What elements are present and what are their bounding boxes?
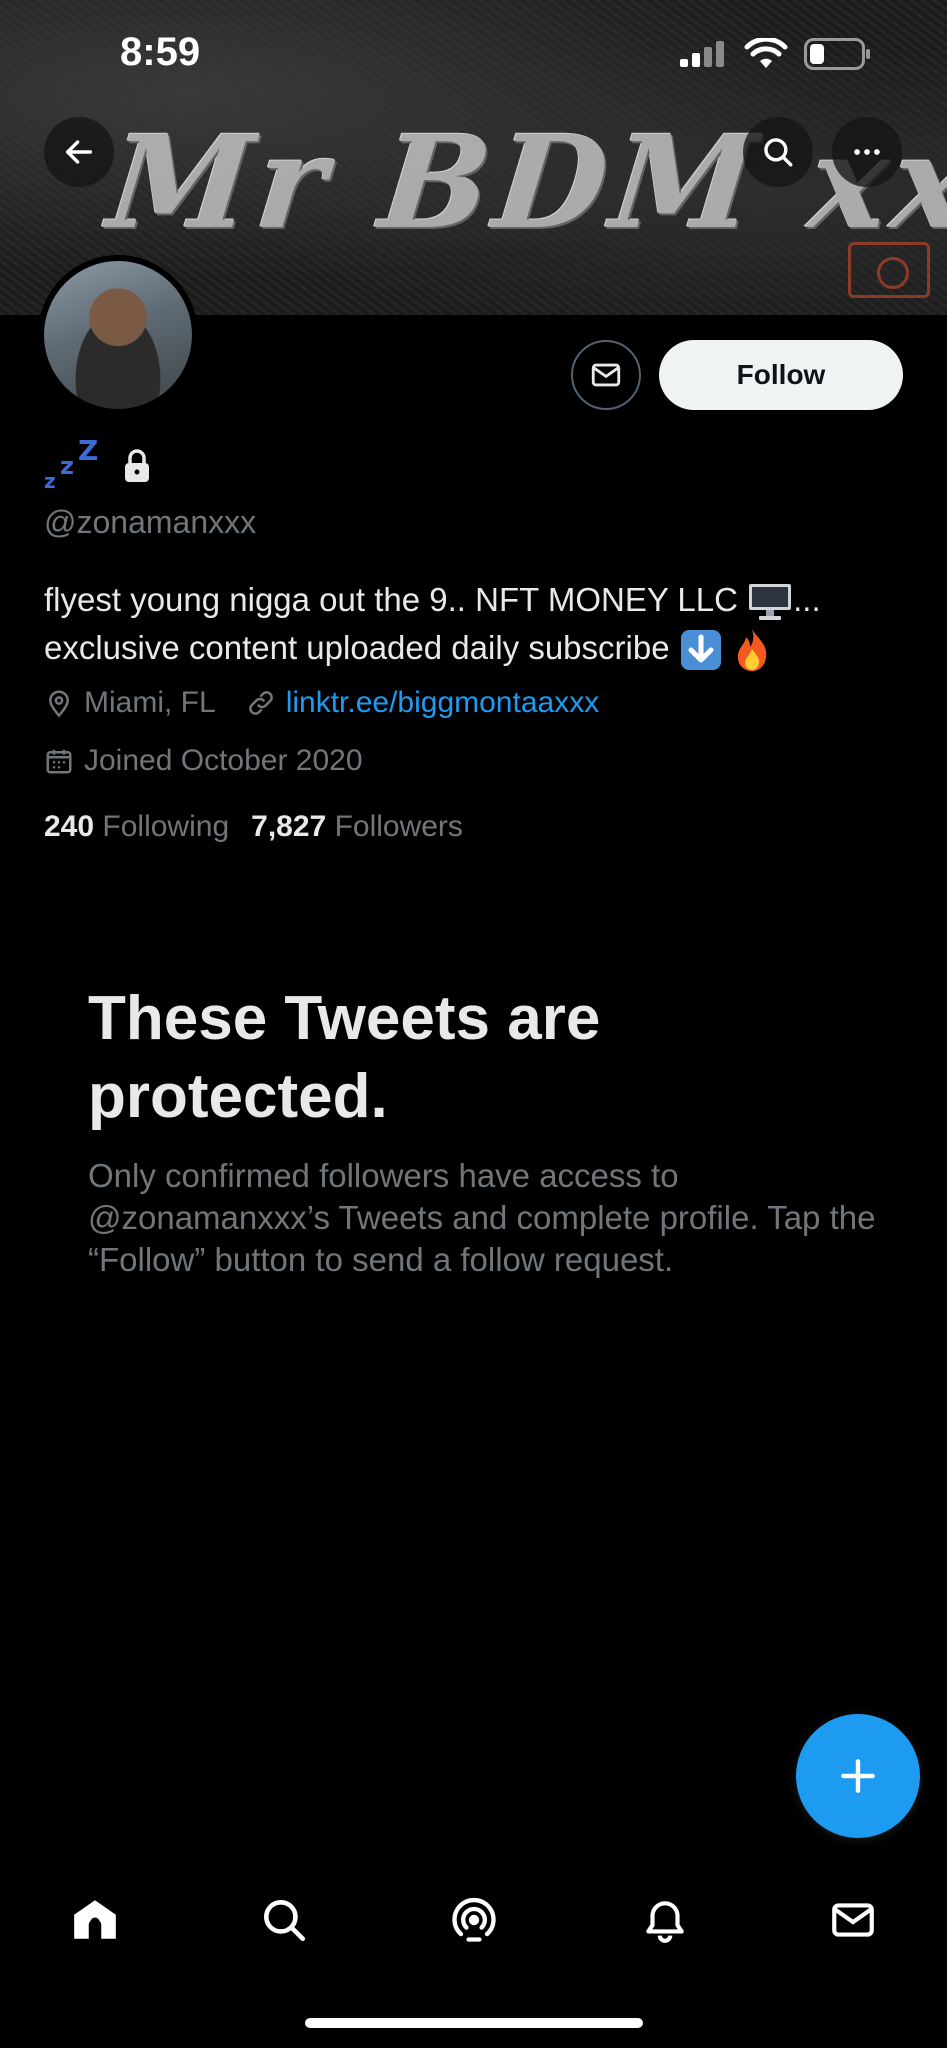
search-button[interactable] bbox=[743, 117, 813, 187]
arrow-left-icon bbox=[65, 140, 93, 164]
signal-icon bbox=[680, 41, 724, 67]
lock-icon bbox=[125, 449, 149, 482]
more-horizontal-icon bbox=[854, 149, 880, 155]
search-icon bbox=[264, 1900, 306, 1942]
following-count: 240 bbox=[44, 810, 95, 843]
location: Miami, FL bbox=[44, 686, 216, 720]
tab-spaces[interactable] bbox=[429, 1878, 519, 1962]
website[interactable]: linktr.ee/biggmontaaxxx bbox=[246, 686, 600, 720]
status-icons bbox=[680, 38, 872, 70]
zzz-emoji-icon: z z Z bbox=[44, 436, 98, 492]
bio-text-1: flyest young nigga out the 9.. NFT MONEY… bbox=[44, 581, 738, 618]
calendar-icon bbox=[46, 749, 72, 774]
website-link[interactable]: linktr.ee/biggmontaaxxx bbox=[286, 686, 600, 720]
mail-icon bbox=[591, 363, 621, 387]
following-link[interactable]: 240 Following bbox=[44, 810, 229, 844]
down-arrow-emoji-icon bbox=[680, 630, 721, 671]
desktop-computer-emoji-icon bbox=[749, 584, 792, 621]
wifi-icon bbox=[744, 38, 788, 68]
compose-tweet-button[interactable] bbox=[796, 1714, 920, 1838]
protected-title: These Tweets are protected. bbox=[88, 984, 601, 1131]
message-button[interactable] bbox=[571, 340, 641, 410]
bio-text-2: exclusive content uploaded daily subscri… bbox=[44, 629, 670, 666]
tab-notifications[interactable] bbox=[620, 1878, 710, 1962]
home-indicator[interactable] bbox=[305, 2018, 643, 2028]
followers-label: Followers bbox=[334, 810, 463, 843]
bio-line-2: exclusive content uploaded daily subscri… bbox=[44, 624, 914, 673]
followers-link[interactable]: 7,827 Followers bbox=[251, 810, 463, 844]
avatar[interactable] bbox=[38, 255, 198, 415]
bio-ellipsis: ... bbox=[793, 581, 821, 618]
svg-text:Z: Z bbox=[78, 436, 98, 467]
profile-meta-row: Miami, FL linktr.ee/biggmontaaxxx bbox=[44, 686, 599, 720]
profile-handle: @zonamanxxx bbox=[44, 504, 257, 540]
svg-text:z: z bbox=[44, 469, 56, 492]
link-icon bbox=[248, 691, 273, 715]
plus-icon bbox=[841, 1759, 875, 1793]
follow-button[interactable]: Follow bbox=[659, 340, 903, 410]
battery-icon bbox=[804, 38, 870, 70]
camera-stamp-icon bbox=[848, 242, 930, 298]
profile-bio: flyest young nigga out the 9.. NFT MONEY… bbox=[44, 576, 914, 673]
search-icon bbox=[764, 138, 793, 167]
tab-home[interactable] bbox=[50, 1878, 140, 1962]
notifications-icon bbox=[646, 1901, 684, 1943]
fire-emoji-icon bbox=[737, 629, 767, 672]
tab-messages[interactable] bbox=[808, 1878, 898, 1962]
home-icon bbox=[74, 1900, 116, 1939]
following-label: Following bbox=[102, 810, 230, 843]
location-pin-icon bbox=[48, 690, 70, 718]
protected-description: Only confirmed followers have access to … bbox=[88, 1157, 876, 1278]
location-text: Miami, FL bbox=[84, 686, 216, 719]
joined-row: Joined October 2020 bbox=[44, 744, 363, 778]
tab-search[interactable] bbox=[239, 1878, 329, 1962]
messages-icon bbox=[832, 1903, 874, 1937]
svg-text:z: z bbox=[60, 452, 74, 480]
bottom-tab-bar bbox=[0, 1878, 947, 1962]
more-button[interactable] bbox=[832, 117, 902, 187]
followers-count: 7,827 bbox=[251, 810, 327, 843]
back-button[interactable] bbox=[44, 117, 114, 187]
follow-counts: 240 Following 7,827 Followers bbox=[44, 810, 463, 844]
bio-line-1: flyest young nigga out the 9.. NFT MONEY… bbox=[44, 576, 914, 624]
joined-text: Joined October 2020 bbox=[84, 744, 363, 777]
spaces-icon bbox=[452, 1897, 496, 1942]
status-time: 8:59 bbox=[120, 30, 201, 74]
joined: Joined October 2020 bbox=[44, 744, 363, 778]
